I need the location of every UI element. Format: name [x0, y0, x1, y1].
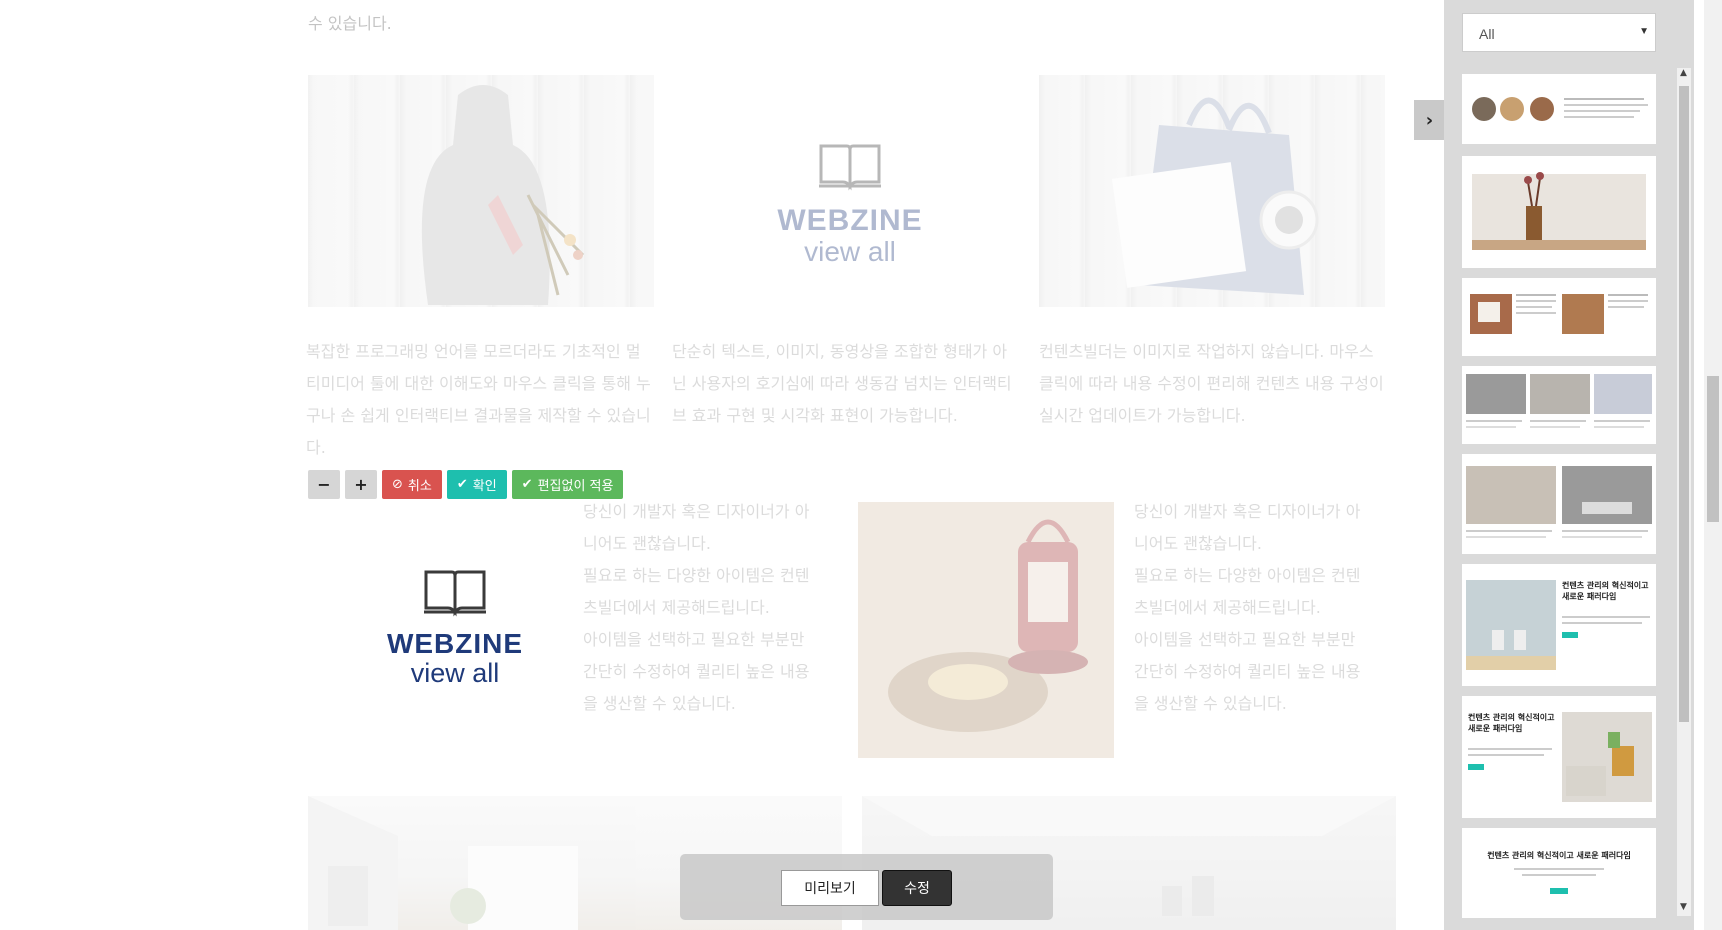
- snippet-thumbnail-6[interactable]: 컨텐츠 관리의 혁신적이고 새로운 패러다임: [1462, 564, 1656, 686]
- snippet-panel: All ▼ 컨텐츠 관리의 혁신적이고 새로운 패러다임 컨텐츠 관리의 혁신적…: [1444, 0, 1694, 930]
- shrink-button[interactable]: −: [308, 470, 340, 499]
- snippet-thumbnail-3[interactable]: [1462, 278, 1656, 356]
- webzine-logo[interactable]: WEBZINE view all: [370, 566, 540, 687]
- enlarge-button[interactable]: +: [345, 470, 377, 499]
- apron-illustration: [421, 85, 585, 305]
- snippet-thumbnail-7[interactable]: 컨텐츠 관리의 혁신적이고 새로운 패러다임: [1462, 696, 1656, 818]
- scroll-up-icon[interactable]: ▲: [1680, 68, 1687, 78]
- scroll-down-icon[interactable]: ▼: [1680, 902, 1687, 912]
- scrollbar-thumb[interactable]: [1679, 86, 1689, 722]
- feature-paragraph-2: 단순히 텍스트, 이미지, 동영상을 조합한 형태가 아닌 사용자의 호기심에 …: [672, 342, 1012, 425]
- page: 수 있습니다. WEBZINE view all 복잡한 프로그래밍 언어를 모…: [0, 0, 1722, 930]
- editor-bottom-bar: 미리보기 수정: [680, 854, 1053, 920]
- apply-label: 편집없이 적용: [537, 479, 614, 494]
- feature-paragraph-3: 컨텐츠빌더는 이미지로 작업하지 않습니다. 마우스 클릭에 따라 내용 수정이…: [1039, 342, 1384, 425]
- snippet-thumbnail-1[interactable]: [1462, 74, 1656, 144]
- filter-value: All: [1479, 26, 1495, 42]
- panel-toggle-button[interactable]: ›: [1414, 100, 1445, 140]
- webzine-logo-top[interactable]: WEBZINE view all: [760, 140, 940, 266]
- webzine-subtitle: view all: [804, 236, 896, 267]
- window-scrollbar-thumb[interactable]: [1707, 376, 1719, 522]
- snippet-heading-1: 컨텐츠 관리의 혁신적이고 새로운 패러다임: [1562, 581, 1649, 601]
- snippet-thumbnail-8[interactable]: 컨텐츠 관리의 혁신적이고 새로운 패러다임: [1462, 828, 1656, 918]
- apron-image: [308, 75, 654, 307]
- apply-without-edit-button[interactable]: ✔ 편집없이 적용: [511, 470, 624, 499]
- confirm-label: 확인: [472, 479, 497, 494]
- preview-button[interactable]: 미리보기: [781, 870, 879, 906]
- edit-button[interactable]: 수정: [882, 870, 952, 906]
- snippet-thumbnail-2[interactable]: [1462, 156, 1656, 268]
- tote-bag-image: [1039, 75, 1385, 307]
- snippet-heading-3: 컨텐츠 관리의 혁신적이고 새로운 패러다임: [1487, 851, 1631, 860]
- chevron-right-icon: ›: [1425, 109, 1434, 131]
- check-icon: ✔: [456, 477, 468, 492]
- window-scrollbar[interactable]: [1704, 0, 1722, 930]
- row2-right-paragraph: 당신이 개발자 혹은 디자이너가 아니어도 괜찮습니다. 필요로 하는 다양한 …: [1134, 502, 1361, 713]
- check-icon: ✔: [521, 477, 533, 492]
- webzine-title: WEBZINE: [777, 204, 923, 237]
- webzine-subtitle: view all: [410, 658, 500, 688]
- block-edit-toolbar: − + ⊘ 취소 ✔ 확인 ✔ 편집없이 적용: [308, 470, 624, 499]
- cancel-label: 취소: [407, 479, 432, 494]
- caret-down-icon: ▼: [1639, 26, 1649, 37]
- snippet-heading-2: 컨텐츠 관리의 혁신적이고 새로운 패러다임: [1468, 713, 1555, 733]
- webzine-title: WEBZINE: [386, 628, 524, 659]
- category-filter-select[interactable]: All ▼: [1462, 13, 1656, 52]
- lantern-illustration: [858, 502, 1114, 758]
- book-icon: [424, 570, 486, 617]
- cancel-button[interactable]: ⊘ 취소: [382, 470, 442, 499]
- confirm-button[interactable]: ✔ 확인: [446, 470, 507, 499]
- lantern-image: [858, 502, 1114, 758]
- row2-left-paragraph: 당신이 개발자 혹은 디자이너가 아니어도 괜찮습니다. 필요로 하는 다양한 …: [583, 502, 810, 713]
- snippet-list-scrollbar[interactable]: ▲ ▼: [1677, 68, 1691, 916]
- paragraph-fragment: 수 있습니다.: [308, 14, 392, 33]
- snippet-thumbnail-4[interactable]: [1462, 366, 1656, 444]
- book-icon: [819, 144, 881, 191]
- tote-bag-illustration: [1111, 97, 1319, 295]
- feature-paragraph-1: 복잡한 프로그래밍 언어를 모르더라도 기초적인 멀티미디어 툴에 대한 이해도…: [306, 342, 651, 457]
- snippet-thumbnail-5[interactable]: [1462, 454, 1656, 554]
- ban-icon: ⊘: [392, 477, 403, 492]
